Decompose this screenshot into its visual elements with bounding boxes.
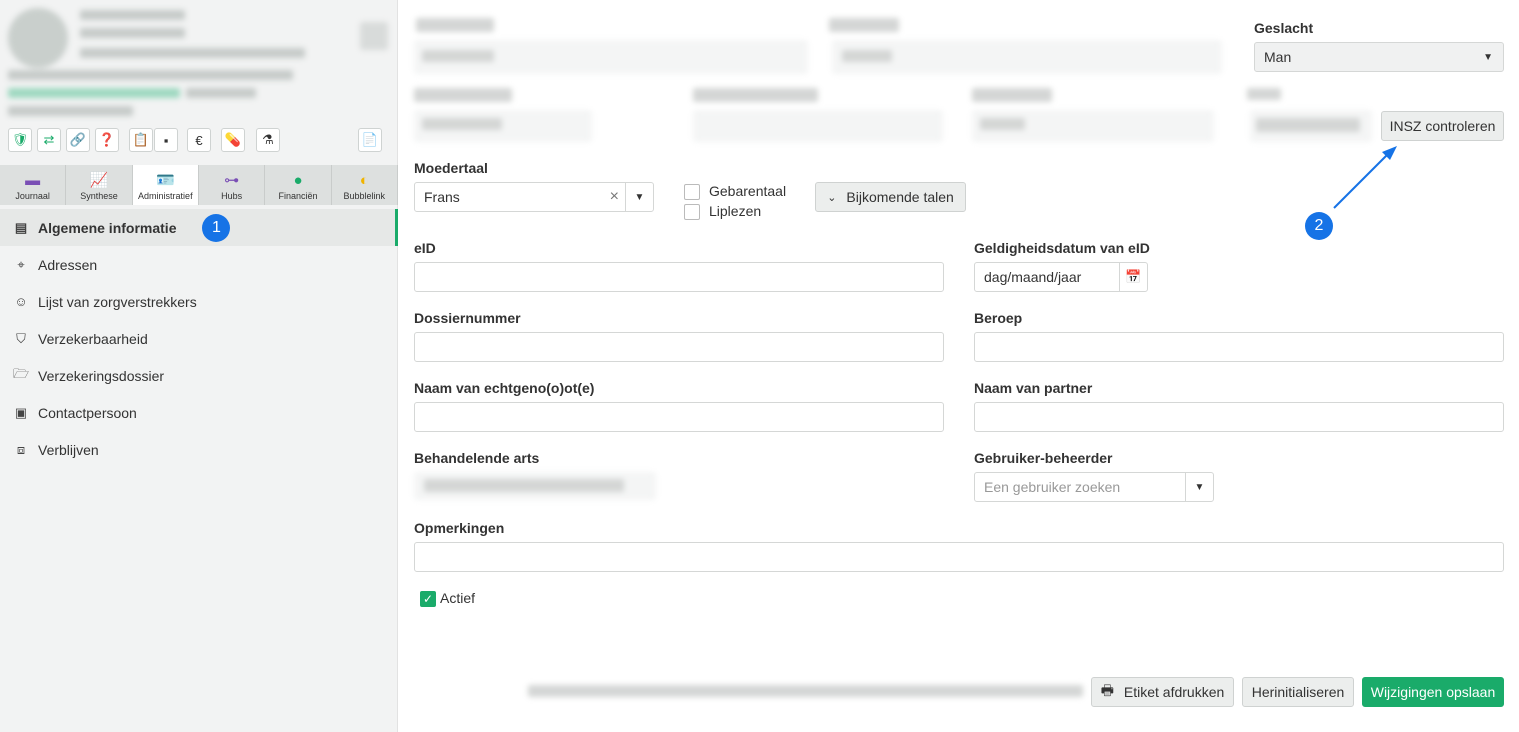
folder-icon: ▬ [25, 172, 41, 189]
eid-date-input[interactable]: dag/maand/jaar 📅 [974, 262, 1148, 292]
gebruiker-select[interactable]: Een gebruiker zoeken ▼ [974, 472, 1214, 502]
arts-label: Behandelende arts [414, 450, 540, 466]
tab-bubblelink[interactable]: ◐ Bubblelink [331, 165, 398, 205]
calendar-icon[interactable]: 📅 [1119, 263, 1147, 291]
contact-card-icon: ▣ [14, 404, 28, 420]
tab-synthese[interactable]: 📈 Synthese [66, 165, 133, 205]
geslacht-label: Geslacht [1254, 20, 1314, 36]
moedertaal-select[interactable]: Frans × ▼ [414, 182, 654, 212]
beroep-input[interactable] [974, 332, 1504, 362]
echtgenoot-label: Naam van echtgeno(o)ot(e) [414, 380, 595, 396]
pills-icon[interactable]: 💊 [221, 128, 245, 152]
map-pin-icon: ⌖ [17, 256, 25, 272]
chart-icon: 📈 [89, 172, 109, 189]
echtgenoot-input[interactable] [414, 402, 944, 432]
gebruiker-label: Gebruiker-beheerder [974, 450, 1113, 466]
print-label-button[interactable]: 🖶 Etiket afdrukken [1091, 677, 1234, 707]
partner-input[interactable] [974, 402, 1504, 432]
chevron-down-icon: ⌄ [827, 191, 837, 204]
partner-label: Naam van partner [974, 380, 1093, 396]
user-icon: ☺ [14, 294, 28, 309]
caret-down-icon[interactable]: ▼ [625, 183, 653, 211]
annotation-badge-1: 1 [202, 213, 231, 242]
pdf-icon[interactable]: 📄 [358, 128, 382, 152]
link-icon[interactable]: 🔗 [66, 128, 90, 152]
liplezen-label: Liplezen [709, 203, 762, 219]
gebarentaal-checkbox[interactable] [684, 184, 700, 200]
quick-actions-bar: 🛡 ⇄ 🔗 ❓ 📋 ▪ € 💊 ⚗ 📄 [8, 128, 393, 154]
gebarentaal-label: Gebarentaal [709, 183, 787, 199]
shield-icon: ⛉ [16, 330, 26, 346]
tab-financien[interactable]: ● Financiën [265, 165, 332, 205]
dossiernummer-input[interactable] [414, 332, 944, 362]
insz-check-button[interactable]: INSZ controleren [1381, 111, 1504, 141]
beroep-label: Beroep [974, 310, 1023, 326]
clipboard-plus-icon[interactable]: 📋 [129, 128, 153, 152]
tab-journaal[interactable]: ▬ Journaal [0, 165, 67, 205]
bubble-icon: ◐ [359, 172, 369, 189]
dossiernummer-label: Dossiernummer [414, 310, 521, 326]
patient-avatar [8, 8, 68, 68]
flask-icon[interactable]: ⚗ [256, 128, 280, 152]
handshake-icon[interactable]: ⇄ [37, 128, 61, 152]
suitcase-icon: ⧈ [16, 441, 26, 457]
sidebar-nav: ▤ Algemene informatie 1 ⌖ Adressen ☺ Lij… [0, 209, 398, 468]
folder-open-icon: 🗁 [12, 365, 30, 381]
nav-verblijven[interactable]: ⧈ Verblijven [0, 431, 398, 468]
nav-verzekeringsdossier[interactable]: 🗁 Verzekeringsdossier [0, 357, 398, 394]
annotation-badge-2: 2 [1305, 212, 1333, 240]
clear-icon[interactable]: × [610, 188, 619, 206]
caret-down-icon[interactable]: ▼ [1185, 473, 1213, 501]
nav-zorgverstrekkers[interactable]: ☺ Lijst van zorgverstrekkers [0, 283, 398, 320]
eid-label: eID [414, 240, 436, 256]
tab-hubs[interactable]: ⊶ Hubs [198, 165, 266, 205]
id-card-icon: 🪪 [155, 172, 175, 189]
opmerkingen-label: Opmerkingen [414, 520, 505, 536]
nav-algemene-informatie[interactable]: ▤ Algemene informatie 1 [0, 209, 398, 246]
shield-check-icon[interactable]: 🛡 [8, 128, 32, 152]
sidebar: 🛡 ⇄ 🔗 ❓ 📋 ▪ € 💊 ⚗ 📄 ▬ Journaal 📈 Synthese … [0, 0, 398, 732]
coins-icon: ● [293, 172, 303, 189]
nav-adressen[interactable]: ⌖ Adressen [0, 246, 398, 283]
nav-verzekerbaarheid[interactable]: ⛉ Verzekerbaarheid [0, 320, 398, 357]
geslacht-select[interactable]: Man ▼ [1254, 42, 1504, 72]
network-icon: ⊶ [224, 172, 240, 189]
actief-checkbox[interactable]: ✓ [420, 591, 436, 607]
eid-input[interactable] [414, 262, 944, 292]
opmerkingen-input[interactable] [414, 542, 1504, 572]
bijkomende-talen-button[interactable]: ⌄ Bijkomende talen [815, 182, 966, 212]
nav-contactpersoon[interactable]: ▣ Contactpersoon [0, 394, 398, 431]
save-button[interactable]: Wijzigingen opslaan [1362, 677, 1504, 707]
actief-label: Actief [440, 590, 476, 606]
folder-question-icon[interactable]: ❓ [95, 128, 119, 152]
patient-header-blurred [0, 0, 398, 125]
liplezen-checkbox[interactable] [684, 204, 700, 220]
sticky-note-icon[interactable]: ▪ [154, 128, 178, 152]
eid-date-label: Geldigheidsdatum van eID [974, 240, 1150, 256]
moedertaal-label: Moedertaal [414, 160, 488, 176]
tab-administratief[interactable]: 🪪 Administratief [132, 165, 199, 205]
printer-icon: 🖶 [1100, 682, 1114, 698]
document-icon: ▤ [14, 219, 28, 235]
caret-down-icon: ▼ [1483, 51, 1493, 63]
sidebar-tabs: ▬ Journaal 📈 Synthese 🪪 Administratief ⊶ Hub… [0, 165, 398, 205]
euro-icon[interactable]: € [187, 128, 211, 152]
reset-button[interactable]: Herinitialiseren [1242, 677, 1354, 707]
